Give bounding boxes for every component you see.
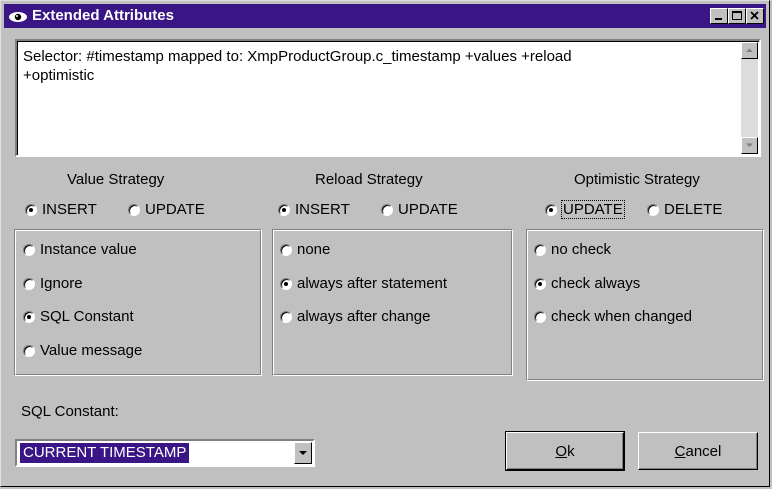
- chevron-down-icon: [299, 451, 307, 455]
- reload-strategy-options-group: none always after statement always after…: [272, 229, 513, 376]
- value-strategy-options-group: Instance value Ignore SQL Constant Value…: [14, 229, 262, 376]
- radio-label: DELETE: [664, 201, 723, 218]
- always-after-change-radio[interactable]: always after change: [280, 308, 430, 325]
- radio-label: always after change: [297, 308, 431, 325]
- reload-strategy-update-radio[interactable]: UPDATE: [381, 201, 458, 218]
- arrow-up-icon: [746, 48, 753, 52]
- radio-indicator: [23, 310, 35, 323]
- radio-indicator: [23, 243, 35, 256]
- radio-label: check always: [551, 275, 641, 292]
- minimize-icon: [715, 18, 722, 20]
- radio-label: none: [297, 241, 331, 258]
- radio-label: Instance value: [40, 241, 137, 258]
- dropdown-button[interactable]: [294, 442, 312, 464]
- close-icon: [750, 11, 759, 20]
- selector-line-2: +optimistic: [23, 67, 95, 84]
- radio-indicator: [23, 277, 35, 290]
- title-bar[interactable]: Extended Attributes: [4, 4, 766, 28]
- value-message-radio[interactable]: Value message: [23, 342, 142, 359]
- sql-constant-radio[interactable]: SQL Constant: [23, 308, 134, 325]
- value-strategy-update-radio[interactable]: UPDATE: [128, 201, 205, 218]
- window-title: Extended Attributes: [32, 7, 174, 24]
- radio-indicator: [25, 203, 37, 216]
- sql-constant-dropdown[interactable]: CURRENT TIMESTAMP: [15, 439, 315, 467]
- reload-strategy-heading: Reload Strategy: [315, 171, 423, 188]
- ok-button[interactable]: Ok: [505, 431, 625, 471]
- check-always-radio[interactable]: check always: [534, 275, 640, 292]
- minimize-button[interactable]: [710, 8, 728, 24]
- radio-label: UPDATE: [145, 201, 205, 218]
- optimistic-strategy-options-group: no check check always check when changed: [526, 229, 764, 381]
- instance-value-radio[interactable]: Instance value: [23, 241, 137, 258]
- ok-mnemonic: O: [555, 442, 568, 460]
- close-button[interactable]: [746, 8, 764, 24]
- cancel-mnemonic: C: [674, 442, 686, 460]
- sql-constant-value: CURRENT TIMESTAMP: [20, 443, 190, 463]
- extended-attributes-dialog: Extended Attributes Selector: #timestamp…: [0, 0, 770, 487]
- radio-indicator: [545, 203, 557, 216]
- optimistic-strategy-delete-radio[interactable]: DELETE: [647, 201, 722, 218]
- radio-label: UPDATE: [561, 200, 625, 219]
- radio-indicator: [534, 277, 546, 290]
- ok-button-label: Ok: [555, 443, 574, 460]
- radio-indicator: [278, 203, 290, 216]
- ok-rest: k: [567, 442, 575, 460]
- selector-text-area[interactable]: Selector: #timestamp mapped to: XmpProdu…: [15, 39, 761, 157]
- selector-line-1: Selector: #timestamp mapped to: XmpProdu…: [23, 48, 572, 65]
- eye-icon: [8, 9, 28, 23]
- radio-label: always after statement: [297, 275, 448, 292]
- no-check-radio[interactable]: no check: [534, 241, 611, 258]
- radio-indicator: [280, 310, 292, 323]
- sql-constant-label: SQL Constant:: [21, 403, 119, 420]
- radio-label: no check: [551, 241, 612, 258]
- radio-indicator: [280, 243, 292, 256]
- radio-indicator: [381, 203, 393, 216]
- radio-indicator: [280, 277, 292, 290]
- check-when-changed-radio[interactable]: check when changed: [534, 308, 692, 325]
- maximize-icon: [732, 11, 742, 20]
- cancel-button-label: Cancel: [675, 443, 722, 460]
- ignore-radio[interactable]: Ignore: [23, 275, 83, 292]
- radio-indicator: [647, 203, 659, 216]
- always-after-statement-radio[interactable]: always after statement: [280, 275, 447, 292]
- reload-strategy-insert-radio[interactable]: INSERT: [278, 201, 350, 218]
- radio-indicator: [23, 344, 35, 357]
- radio-indicator: [534, 310, 546, 323]
- value-strategy-insert-radio[interactable]: INSERT: [25, 201, 97, 218]
- arrow-down-icon: [746, 143, 753, 147]
- cancel-rest: ancel: [685, 442, 722, 460]
- radio-label: INSERT: [295, 201, 350, 218]
- radio-label: Ignore: [40, 275, 83, 292]
- radio-label: Value message: [40, 342, 143, 359]
- radio-label: UPDATE: [398, 201, 458, 218]
- maximize-button[interactable]: [728, 8, 746, 24]
- radio-indicator: [534, 243, 546, 256]
- optimistic-strategy-heading: Optimistic Strategy: [574, 171, 700, 188]
- radio-label: SQL Constant: [40, 308, 134, 325]
- scroll-down-button[interactable]: [741, 137, 758, 154]
- reload-none-radio[interactable]: none: [280, 241, 330, 258]
- cancel-button[interactable]: Cancel: [638, 432, 758, 470]
- value-strategy-heading: Value Strategy: [67, 171, 165, 188]
- radio-label: INSERT: [42, 201, 97, 218]
- selector-text: Selector: #timestamp mapped to: XmpProdu…: [23, 47, 735, 85]
- optimistic-strategy-update-radio[interactable]: UPDATE: [545, 200, 625, 219]
- radio-label: check when changed: [551, 308, 692, 325]
- radio-indicator: [128, 203, 140, 216]
- scroll-up-button[interactable]: [741, 42, 758, 59]
- vertical-scrollbar[interactable]: [741, 42, 758, 154]
